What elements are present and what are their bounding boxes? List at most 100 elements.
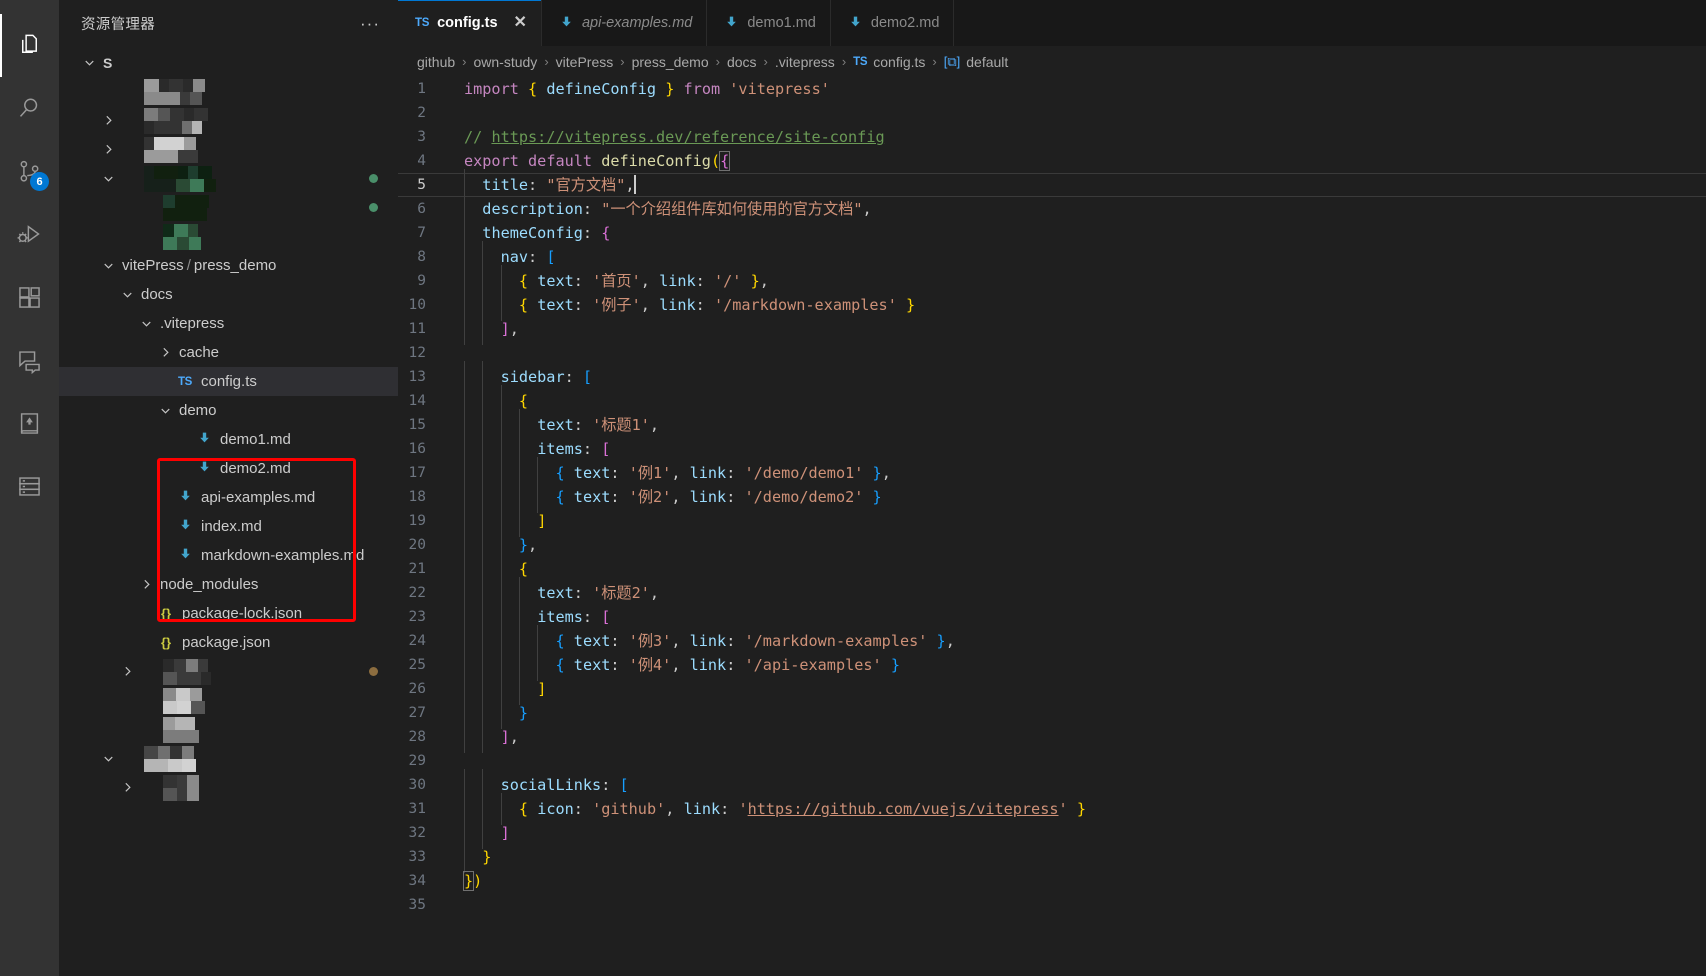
tree-folder-cache[interactable]: cache — [59, 338, 398, 367]
breadcrumb-item-own-study[interactable]: own-study — [474, 54, 538, 70]
chevron-down-icon[interactable] — [157, 403, 174, 418]
tree-item-redacted-1[interactable] — [59, 77, 398, 106]
chevron-right-icon[interactable] — [157, 345, 174, 360]
code-line-20[interactable]: 20 }, — [398, 529, 1706, 561]
activity-item-database[interactable] — [0, 455, 59, 518]
editor-tab-api-examples.md[interactable]: api-examples.md — [541, 0, 708, 46]
code-line-33[interactable]: 33 } — [398, 841, 1706, 873]
editor-tab-demo2.md[interactable]: demo2.md — [830, 0, 955, 46]
breadcrumb-item-default[interactable]: [⧉] default — [944, 54, 1009, 70]
activity-item-run-and-debug[interactable] — [0, 203, 59, 266]
tree-item-redacted-23[interactable] — [59, 715, 398, 744]
code-line-13[interactable]: 13 sidebar: [ — [398, 361, 1706, 393]
tree-item-redacted-6[interactable] — [59, 222, 398, 251]
tree-item-redacted-5[interactable] — [59, 193, 398, 222]
code-line-8[interactable]: 8 nav: [ — [398, 241, 1706, 273]
chevron-down-icon[interactable] — [81, 55, 98, 70]
code-line-5[interactable]: 5 title: "官方文档", — [398, 169, 1706, 201]
tree-item-redacted-24[interactable] — [59, 744, 398, 773]
chevron-right-icon[interactable] — [119, 664, 136, 679]
breadcrumb-item-vitePress[interactable]: vitePress — [556, 54, 614, 70]
breadcrumb-item-config.ts[interactable]: TS config.ts — [853, 54, 925, 70]
tree-file-package-lock.json[interactable]: {} package-lock.json — [59, 599, 398, 628]
explorer-more-actions-icon[interactable]: ··· — [360, 15, 380, 32]
editor-tab-demo1.md[interactable]: demo1.md — [707, 0, 831, 46]
code-line-7[interactable]: 7 themeConfig: { — [398, 217, 1706, 249]
tree-item-redacted-3[interactable] — [59, 135, 398, 164]
code-line-9[interactable]: 9 { text: '首页', link: '/' }, — [398, 265, 1706, 297]
chevron-down-icon[interactable] — [138, 316, 155, 331]
tree-folder-node_modules[interactable]: node_modules — [59, 570, 398, 599]
code-line-34[interactable]: 34}) — [398, 869, 1706, 893]
editor-tabs[interactable]: TS config.ts ✕ api-examples.md demo1.md demo2… — [398, 0, 1706, 46]
code-line-22[interactable]: 22 text: '标题2', — [398, 577, 1706, 609]
code-line-1[interactable]: 1 import { defineConfig } from 'vitepress… — [398, 77, 1706, 101]
code-line-18[interactable]: 18 { text: '例2', link: '/demo/demo2' } — [398, 481, 1706, 513]
code-line-14[interactable]: 14 { — [398, 385, 1706, 417]
activity-item-chat[interactable] — [0, 329, 59, 392]
breadcrumb-item-.vitepress[interactable]: .vitepress — [775, 54, 835, 70]
tree-folder-docs[interactable]: docs — [59, 280, 398, 309]
tree-item-redacted-4[interactable] — [59, 164, 398, 193]
code-line-4[interactable]: 4 export default defineConfig({ — [398, 149, 1706, 173]
tree-folder-demo[interactable]: demo — [59, 396, 398, 425]
chevron-down-icon[interactable] — [100, 171, 117, 186]
chevron-down-icon[interactable] — [100, 751, 117, 766]
breadcrumb-item-docs[interactable]: docs — [727, 54, 757, 70]
tree-section-S[interactable]: S — [59, 48, 398, 77]
activity-item-source-control[interactable]: 6 — [0, 140, 59, 203]
code-line-21[interactable]: 21 { — [398, 553, 1706, 585]
code-line-26[interactable]: 26 ] — [398, 673, 1706, 705]
close-icon[interactable]: ✕ — [514, 15, 527, 31]
activity-item-explorer[interactable] — [0, 14, 59, 77]
file-tree[interactable]: SvitePress / press_demo docs .vitepress cache… — [59, 46, 398, 976]
tree-file-config.ts[interactable]: TS config.ts — [59, 367, 398, 396]
editor-tab-config.ts[interactable]: TS config.ts ✕ — [398, 0, 542, 46]
code-line-11[interactable]: 11 ], — [398, 313, 1706, 345]
chevron-down-icon[interactable] — [100, 258, 117, 273]
activity-item-extensions[interactable] — [0, 266, 59, 329]
tree-file-index.md[interactable]: index.md — [59, 512, 398, 541]
code-line-29[interactable]: 29 — [398, 749, 1706, 773]
code-line-25[interactable]: 25 { text: '例4', link: '/api-examples' } — [398, 649, 1706, 681]
chevron-down-icon[interactable] — [119, 287, 136, 302]
code-line-27[interactable]: 27 } — [398, 697, 1706, 729]
tree-file-demo1.md[interactable]: demo1.md — [59, 425, 398, 454]
tree-file-markdown-examples.md[interactable]: markdown-examples.md — [59, 541, 398, 570]
activity-item-book[interactable] — [0, 392, 59, 455]
code-line-24[interactable]: 24 { text: '例3', link: '/markdown-exampl… — [398, 625, 1706, 657]
code-line-12[interactable]: 12 — [398, 341, 1706, 365]
chevron-right-icon[interactable] — [138, 577, 155, 592]
code-line-32[interactable]: 32 ] — [398, 817, 1706, 849]
breadcrumb-item-github[interactable]: github — [417, 54, 455, 70]
code-line-16[interactable]: 16 items: [ — [398, 433, 1706, 465]
code-line-35[interactable]: 35 — [398, 893, 1706, 917]
tree-item-redacted-21[interactable] — [59, 657, 398, 686]
code-line-28[interactable]: 28 ], — [398, 721, 1706, 753]
tree-file-api-examples.md[interactable]: api-examples.md — [59, 483, 398, 512]
code-line-15[interactable]: 15 text: '标题1', — [398, 409, 1706, 441]
tree-file-demo2.md[interactable]: demo2.md — [59, 454, 398, 483]
tree-item-redacted-25[interactable] — [59, 773, 398, 802]
code-line-23[interactable]: 23 items: [ — [398, 601, 1706, 633]
code-line-30[interactable]: 30 socialLinks: [ — [398, 769, 1706, 801]
tree-folder-vitepress[interactable]: .vitepress — [59, 309, 398, 338]
tree-folder-vitePress[interactable]: vitePress / press_demo — [59, 251, 398, 280]
code-lines[interactable]: 1 import { defineConfig } from 'vitepress… — [398, 77, 1706, 976]
code-line-19[interactable]: 19 ] — [398, 505, 1706, 537]
chevron-right-icon[interactable] — [119, 780, 136, 795]
tree-file-package.json[interactable]: {} package.json — [59, 628, 398, 657]
code-line-17[interactable]: 17 { text: '例1', link: '/demo/demo1' }, — [398, 457, 1706, 489]
code-line-31[interactable]: 31 { icon: 'github', link: 'https://gith… — [398, 793, 1706, 825]
tree-item-redacted-22[interactable] — [59, 686, 398, 715]
chevron-right-icon[interactable] — [100, 142, 117, 157]
breadcrumb-item-press_demo[interactable]: press_demo — [632, 54, 709, 70]
tree-item-redacted-2[interactable] — [59, 106, 398, 135]
code-line-10[interactable]: 10 { text: '例子', link: '/markdown-exampl… — [398, 289, 1706, 321]
code-line-3[interactable]: 3 // https://vitepress.dev/reference/site… — [398, 125, 1706, 149]
chevron-right-icon[interactable] — [100, 113, 117, 128]
code-line-6[interactable]: 6 description: "一个介绍组件库如何使用的官方文档", — [398, 193, 1706, 225]
breadcrumb[interactable]: github › own-study › vitePress › press_demo › do… — [398, 46, 1706, 77]
code-line-2[interactable]: 2 — [398, 101, 1706, 125]
code-editor[interactable]: 1 import { defineConfig } from 'vitepress… — [398, 77, 1706, 976]
